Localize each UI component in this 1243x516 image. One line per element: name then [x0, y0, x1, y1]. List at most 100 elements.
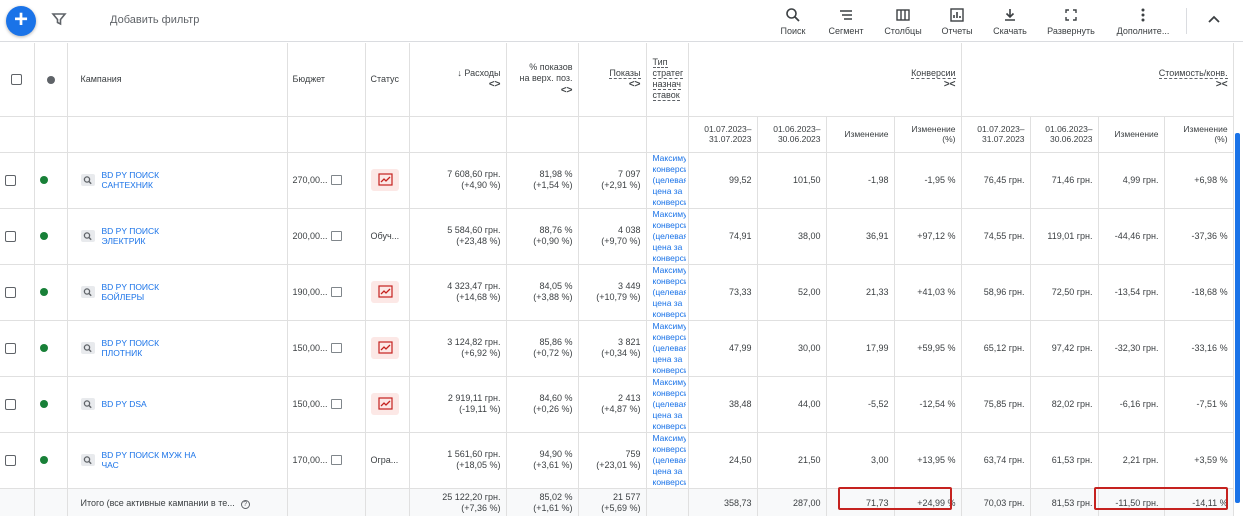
impressions-column-header[interactable]: Показы <>: [578, 43, 647, 117]
cpc-period2-header[interactable]: 01.06.2023– 30.06.2023: [1030, 116, 1099, 153]
conv-change-header[interactable]: Изменение: [826, 116, 895, 153]
cpc-change-pct-header[interactable]: Изменение (%): [1164, 116, 1234, 153]
conversions-header-label: Конверсии: [911, 68, 956, 80]
vertical-scrollbar[interactable]: [1235, 133, 1240, 503]
row-checkbox[interactable]: [5, 286, 16, 298]
strategy-link[interactable]: Максимум конверсий (целевая цена за конв…: [653, 209, 686, 263]
strategy-cell[interactable]: Максимум конверсий (целевая цена за конв…: [646, 320, 689, 377]
more-tool-button[interactable]: Дополните...: [1111, 6, 1175, 36]
search-campaign-icon: [80, 286, 95, 298]
table-row[interactable]: BD PY ПОИСК БОЙЛЕРЫ 190,00... 4 323,47 г…: [0, 264, 1234, 321]
strategy-cell[interactable]: Максимум конверсий (целевая цена за конв…: [646, 264, 689, 321]
enabled-dot-icon[interactable]: [39, 344, 48, 353]
status-chart-icon[interactable]: [370, 337, 399, 359]
cost-column-header[interactable]: ↓ Расходы <>: [409, 43, 507, 117]
budget-chart-icon[interactable]: [330, 231, 342, 242]
budget-chart-icon[interactable]: [330, 287, 342, 298]
row-status-dot-cell: [34, 320, 68, 377]
table-row[interactable]: BD PY ПОИСК ЭЛЕКТРИК 200,00... Обуч... 5…: [0, 208, 1234, 265]
segment-tool-button[interactable]: Сегмент: [823, 6, 869, 36]
help-icon[interactable]: ?: [240, 499, 250, 509]
table-row[interactable]: BD PY ПОИСК МУЖ НА ЧАС 170,00... Огра...…: [0, 432, 1234, 489]
budget-chart-icon[interactable]: [330, 455, 342, 466]
row-checkbox[interactable]: [5, 230, 16, 242]
conv-change-cell: -5,52: [826, 376, 895, 433]
strategy-link[interactable]: Максимум конверсий (целевая цена за конв…: [653, 153, 686, 207]
cost-compare-icon[interactable]: <>: [415, 79, 501, 90]
impressions-compare-icon[interactable]: <>: [584, 79, 641, 90]
conversions-group-header[interactable]: Конверсии ><: [688, 43, 962, 117]
campaign-link[interactable]: BD PY ПОИСК САНТЕХНИК: [102, 170, 197, 190]
strategy-link[interactable]: Максимум конверсий (целевая цена за конв…: [653, 321, 686, 375]
conv-period2-header[interactable]: 01.06.2023– 30.06.2023: [757, 116, 827, 153]
impressions-cell: 7 097 (+2,91 %): [578, 152, 647, 209]
status-text: Огра...: [370, 454, 399, 465]
strategy-cell[interactable]: Максимум конверсий (целевая цена за конв…: [646, 376, 689, 433]
strategy-link[interactable]: Максимум конверсий (целевая цена за конв…: [653, 377, 686, 431]
download-tool-button[interactable]: Скачать: [989, 6, 1031, 36]
row-checkbox[interactable]: [5, 174, 16, 186]
conversions-expand-icon[interactable]: ><: [694, 79, 956, 90]
search-tool-button[interactable]: Поиск: [775, 6, 811, 36]
campaign-link[interactable]: BD PY ПОИСК ПЛОТНИК: [102, 338, 197, 358]
table-row[interactable]: BD PY ПОИСК ПЛОТНИК 150,00... 3 124,82 г…: [0, 320, 1234, 377]
strategy-cell[interactable]: Максимум конверсий (целевая цена за конв…: [646, 152, 689, 209]
row-checkbox[interactable]: [5, 398, 16, 410]
columns-tool-button[interactable]: Столбцы: [881, 6, 925, 36]
strategy-cell[interactable]: Максимум конверсий (целевая цена за конв…: [646, 208, 689, 265]
budget-value: 150,00...: [292, 398, 328, 409]
filter-icon[interactable]: [51, 11, 67, 27]
cost-conv-group-header[interactable]: Стоимость/конв. ><: [961, 43, 1234, 117]
budget-chart-icon[interactable]: [330, 175, 342, 186]
conv-change-pct-cell: +13,95 %: [894, 432, 962, 489]
conv-change-pct-cell: +59,95 %: [894, 320, 962, 377]
select-all-checkbox[interactable]: [11, 73, 23, 85]
status-column-header[interactable]: Статус: [365, 43, 410, 117]
reports-tool-button[interactable]: Отчеты: [937, 6, 977, 36]
row-checkbox[interactable]: [5, 342, 16, 354]
enabled-dot-icon[interactable]: [39, 232, 48, 241]
chevron-up-icon[interactable]: [1205, 11, 1223, 29]
status-cell: Огра...: [365, 432, 410, 489]
strategy-link[interactable]: Максимум конверсий (целевая цена за конв…: [653, 265, 686, 319]
table-row[interactable]: BD PY DSA 150,00... 2 919,11 грн. (-19,11…: [0, 376, 1234, 433]
cpc-change-header[interactable]: Изменение: [1098, 116, 1165, 153]
campaign-link[interactable]: BD PY ПОИСК МУЖ НА ЧАС: [102, 450, 197, 470]
enabled-dot-icon[interactable]: [39, 288, 48, 297]
cpc-period1-header[interactable]: 01.07.2023– 31.07.2023: [961, 116, 1031, 153]
row-status-dot-cell: [34, 152, 68, 209]
top-impr-compare-icon[interactable]: <>: [512, 85, 573, 96]
search-tool-label: Поиск: [780, 26, 806, 36]
budget-chart-icon[interactable]: [330, 399, 342, 410]
row-checkbox-cell: [0, 376, 35, 433]
status-chart-icon[interactable]: [370, 393, 399, 415]
status-chart-icon[interactable]: [370, 169, 399, 191]
conv-period1-header[interactable]: 01.07.2023– 31.07.2023: [688, 116, 758, 153]
strategy-cell[interactable]: Максимум конверсий (целевая цена за конв…: [646, 432, 689, 489]
campaign-link[interactable]: BD PY ПОИСК БОЙЛЕРЫ: [102, 282, 197, 302]
strategy-link[interactable]: Максимум конверсий (целевая цена за конв…: [653, 433, 686, 487]
top-impr-cell: 81,98 % (+1,54 %): [506, 152, 579, 209]
budget-chart-icon[interactable]: [330, 343, 342, 354]
table-row[interactable]: BD PY ПОИСК САНТЕХНИК 270,00... 7 608,60…: [0, 152, 1234, 209]
status-chart-icon[interactable]: [370, 281, 399, 303]
conv-change-pct-header[interactable]: Изменение (%): [894, 116, 962, 153]
enabled-dot-icon[interactable]: [39, 176, 48, 185]
create-button[interactable]: +: [6, 6, 36, 36]
add-filter-link[interactable]: Добавить фильтр: [110, 14, 199, 26]
enabled-dot-icon[interactable]: [39, 456, 48, 465]
campaign-link[interactable]: BD PY DSA: [102, 399, 197, 409]
row-status-dot-cell: [34, 432, 68, 489]
top-impr-header-line1: % показов: [529, 62, 573, 73]
campaign-column-header[interactable]: Кампания: [67, 43, 288, 117]
campaign-link[interactable]: BD PY ПОИСК ЭЛЕКТРИК: [102, 226, 197, 246]
enabled-dot-icon[interactable]: [39, 400, 48, 409]
cost-conv-expand-icon[interactable]: ><: [967, 79, 1228, 90]
top-impr-column-header[interactable]: % показов на верх. поз. <>: [506, 43, 579, 117]
cpc-period1-cell: 63,74 грн.: [961, 432, 1031, 489]
budget-column-header[interactable]: Бюджет: [287, 43, 366, 117]
expand-tool-button[interactable]: Развернуть: [1043, 6, 1099, 36]
conv-period2-cell: 52,00: [757, 264, 827, 321]
row-checkbox[interactable]: [5, 454, 16, 466]
strategy-column-header[interactable]: Тип стратег назнач ставок: [646, 43, 689, 117]
